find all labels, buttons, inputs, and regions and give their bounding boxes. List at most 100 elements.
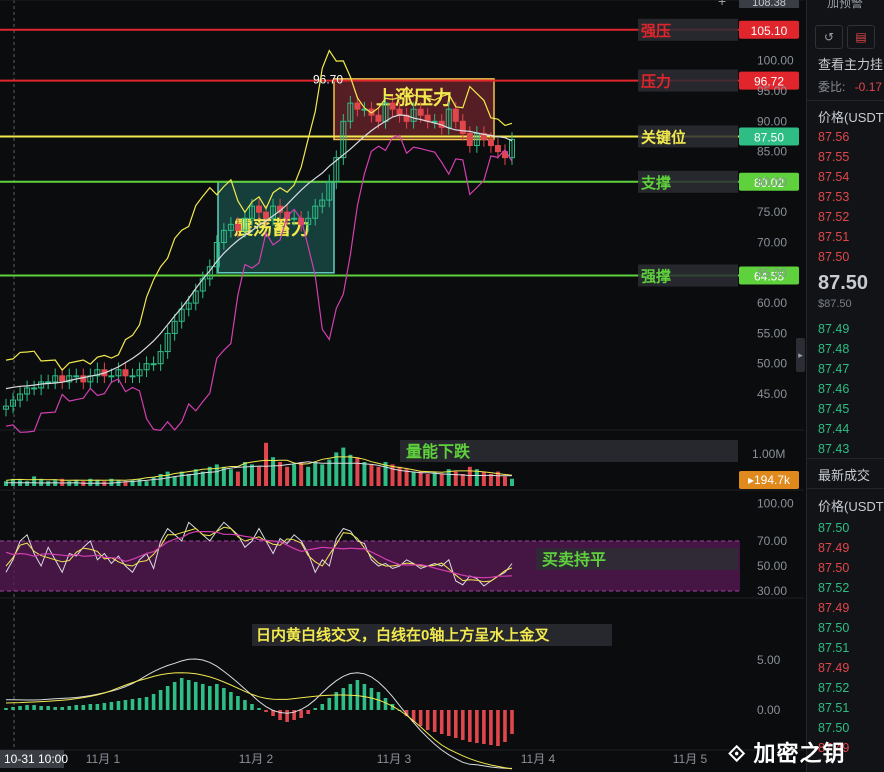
trade-row[interactable]: 87.50: [818, 618, 849, 638]
ask-price-row[interactable]: 87.55: [818, 147, 849, 167]
volume-bar: [228, 469, 233, 486]
key-level-label: 关键位: [641, 128, 686, 146]
volume-bar: [481, 471, 486, 486]
candle-body: [263, 211, 270, 219]
macd-histogram-bar: [383, 698, 388, 710]
key-level-label: 支撑: [640, 174, 671, 192]
macd-histogram-bar: [313, 708, 318, 710]
ask-price-row[interactable]: 87.51: [818, 227, 849, 247]
rsi-axis-tick: 30.00: [757, 584, 787, 598]
macd-histogram-bar: [123, 700, 128, 710]
macd-histogram-bar: [446, 710, 451, 736]
volume-bar: [348, 454, 353, 486]
macd-histogram-bar: [102, 703, 107, 710]
key-level-label: 压力: [641, 73, 671, 91]
price-chart[interactable]: 震荡蓄力上涨压力强压 105.10压力 96.72关键位 87.50支撑 80.02强撑…: [0, 0, 804, 772]
candle-body: [389, 102, 396, 110]
collapse-panel-handle[interactable]: ▸: [796, 338, 805, 372]
macd-histogram-bar: [151, 694, 156, 710]
watermark-icon: ⟐: [728, 741, 747, 766]
bid-price-row[interactable]: 87.46: [818, 379, 849, 399]
macd-histogram-bar: [193, 682, 198, 710]
trade-row[interactable]: 87.49: [818, 658, 849, 678]
main-orders-title[interactable]: 查看主力挂: [818, 54, 883, 73]
volume-bar: [439, 474, 444, 486]
macd-histogram-bar: [81, 705, 86, 710]
add-alert-button[interactable]: 加预警: [827, 0, 863, 11]
volume-bar: [242, 462, 247, 486]
ask-price-row[interactable]: 87.50: [818, 247, 849, 267]
macd-axis-tick: 5.00: [757, 653, 781, 667]
volume-bar: [179, 471, 184, 486]
candle-body: [129, 375, 136, 378]
volume-bar: [46, 481, 51, 486]
macd-histogram-bar: [320, 704, 325, 710]
macd-histogram-bar: [229, 692, 233, 710]
macd-histogram-bar: [341, 688, 346, 710]
ask-price-row[interactable]: 87.53: [818, 187, 849, 207]
bid-price-row[interactable]: 87.49: [818, 319, 849, 339]
volume-bar: [4, 481, 8, 486]
ask-price-row[interactable]: 87.56: [818, 127, 849, 147]
volume-bar: [214, 464, 219, 486]
order-book-panel: ↺ ▤ 加预警 查看主力挂 委比: -0.17 价格(USDT 87.56 87.…: [806, 0, 884, 772]
volume-bar: [144, 481, 149, 486]
ask-price-row[interactable]: 87.52: [818, 207, 849, 227]
candle-body: [354, 102, 361, 110]
trade-row[interactable]: 87.52: [818, 578, 849, 598]
trades-title[interactable]: 最新成交: [818, 465, 870, 484]
candle-body: [122, 369, 129, 377]
ask-price-row[interactable]: 87.54: [818, 167, 849, 187]
volume-bar: [453, 471, 458, 486]
candle-body: [291, 217, 298, 220]
bid-price-row[interactable]: 87.44: [818, 419, 849, 439]
macd-histogram-bar: [468, 710, 472, 742]
candle-body: [31, 387, 38, 390]
volume-bar: [207, 466, 212, 486]
macd-histogram-bar: [475, 710, 479, 743]
macd-histogram-bar: [482, 710, 486, 744]
time-axis-tick: 11月 1: [86, 752, 121, 766]
trade-row[interactable]: 87.50: [818, 558, 849, 578]
bid-price-row[interactable]: 87.47: [818, 359, 849, 379]
trade-row[interactable]: 87.49: [818, 598, 849, 618]
time-axis-tick: 10-31 10:00: [4, 752, 68, 766]
macd-histogram-bar: [461, 710, 465, 740]
macd-histogram-bar: [172, 682, 177, 710]
candle-body: [375, 114, 382, 122]
volume-axis-tick: 1.00M: [752, 447, 785, 461]
volume-bar: [460, 474, 465, 486]
trade-row[interactable]: 87.52: [818, 678, 849, 698]
volume-bar: [306, 466, 311, 486]
undo-icon[interactable]: ↺: [815, 25, 843, 49]
bid-price-row[interactable]: 87.43: [818, 439, 849, 459]
volume-bar: [25, 481, 30, 486]
volume-bar: [264, 442, 269, 486]
macd-histogram-bar: [74, 705, 79, 710]
trade-row[interactable]: 87.50: [818, 518, 849, 538]
bid-price-row[interactable]: 87.48: [818, 339, 849, 359]
macd-histogram-bar: [4, 708, 8, 710]
bid-price-row[interactable]: 87.45: [818, 399, 849, 419]
trade-row[interactable]: 87.49: [818, 538, 849, 558]
top-price-text: 108.38: [752, 0, 786, 9]
macd-histogram-bar: [53, 707, 57, 710]
macd-histogram-bar: [109, 702, 114, 710]
volume-bar: [186, 474, 191, 486]
macd-histogram-bar: [208, 686, 212, 710]
layout-icon[interactable]: ▤: [847, 25, 875, 49]
candle-body: [59, 375, 66, 383]
macd-histogram-bar: [32, 705, 36, 710]
trade-row[interactable]: 87.50: [818, 718, 849, 738]
macd-histogram-bar: [186, 680, 191, 710]
macd-histogram-bar: [144, 697, 149, 710]
macd-histogram-bar: [418, 710, 423, 726]
macd-histogram-bar: [95, 704, 100, 710]
trade-row[interactable]: 87.51: [818, 698, 849, 718]
trade-row[interactable]: 87.51: [818, 638, 849, 658]
price-axis-tick: 80.00: [757, 175, 787, 189]
volume-bar: [320, 464, 325, 486]
macd-histogram-bar: [137, 698, 142, 710]
macd-histogram-bar: [116, 701, 121, 710]
volume-bar: [467, 466, 472, 486]
